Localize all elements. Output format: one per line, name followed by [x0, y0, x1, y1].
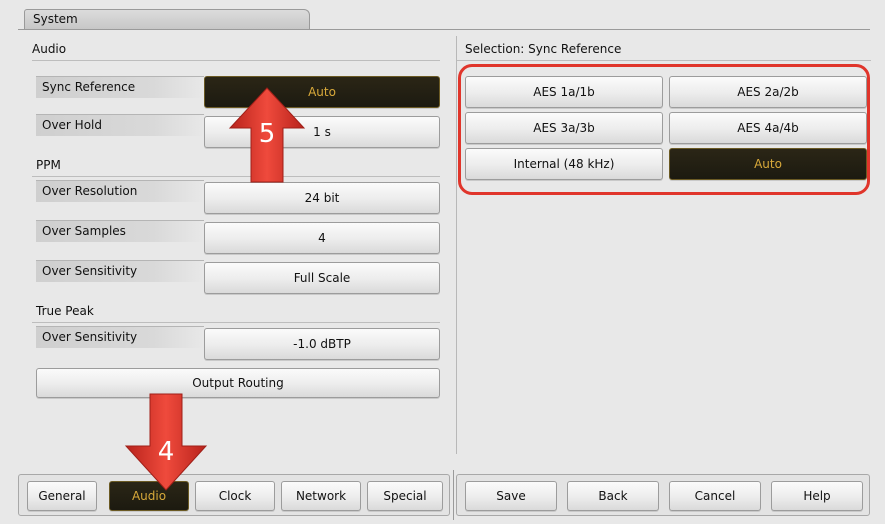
tab-general[interactable]: General	[27, 481, 97, 511]
window-title: System	[24, 9, 310, 29]
audio-section-rule	[32, 60, 440, 61]
over-samples-label: Over Samples	[36, 220, 204, 242]
category-tab-bar: General Audio Clock Network Special	[18, 474, 450, 516]
help-button[interactable]: Help	[771, 481, 863, 511]
cancel-button[interactable]: Cancel	[669, 481, 761, 511]
ppm-over-sensitivity-value-button[interactable]: Full Scale	[204, 262, 440, 294]
selection-rule	[457, 60, 871, 61]
back-button[interactable]: Back	[567, 481, 659, 511]
over-hold-label: Over Hold	[36, 114, 204, 136]
tab-special[interactable]: Special	[367, 481, 443, 511]
true-peak-over-sensitivity-value-button[interactable]: -1.0 dBTP	[204, 328, 440, 360]
audio-section-header: Audio	[32, 42, 67, 56]
annotation-number-5: 5	[259, 119, 276, 149]
true-peak-over-sensitivity-label: Over Sensitivity	[36, 326, 204, 348]
action-button-bar: Save Back Cancel Help	[456, 474, 870, 516]
annotation-highlight-box	[458, 64, 870, 195]
over-resolution-value-button[interactable]: 24 bit	[204, 182, 440, 214]
save-button[interactable]: Save	[465, 481, 557, 511]
annotation-arrow-up-icon: 5	[228, 87, 306, 183]
true-peak-section-rule	[32, 322, 440, 323]
annotation-arrow-down-icon: 4	[124, 393, 208, 491]
true-peak-section-header: True Peak	[36, 304, 94, 318]
bottom-divider	[453, 470, 454, 520]
selection-header: Selection: Sync Reference	[465, 42, 622, 56]
output-routing-button[interactable]: Output Routing	[36, 368, 440, 398]
over-samples-value-button[interactable]: 4	[204, 222, 440, 254]
ppm-over-sensitivity-label: Over Sensitivity	[36, 260, 204, 282]
system-settings-window: System Audio Sync Reference Auto Over Ho…	[0, 0, 885, 524]
ppm-section-header: PPM	[36, 158, 61, 172]
over-resolution-label: Over Resolution	[36, 180, 204, 202]
title-divider	[18, 29, 870, 30]
sync-reference-label: Sync Reference	[36, 76, 204, 98]
annotation-number-4: 4	[158, 437, 175, 467]
tab-network[interactable]: Network	[281, 481, 361, 511]
